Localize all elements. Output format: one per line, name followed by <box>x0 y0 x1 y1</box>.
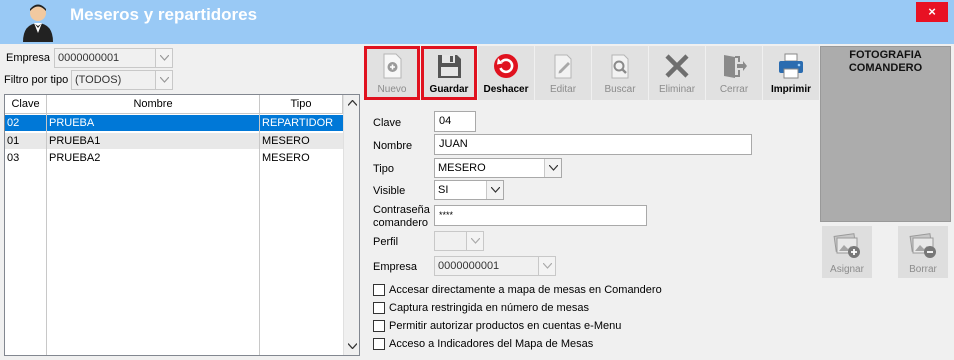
guardar-label: Guardar <box>429 84 469 95</box>
cell-nombre: PRUEBA <box>49 117 95 129</box>
empresa-value: 0000000001 <box>438 260 500 272</box>
empresa-select[interactable]: 0000000001 <box>434 256 556 276</box>
chevron-down-icon[interactable] <box>155 49 172 67</box>
tipo-select[interactable]: MESERO <box>434 158 562 178</box>
autorizar-emenu-label: Permitir autorizar productos en cuentas … <box>389 320 622 332</box>
waiters-table[interactable]: Clave Nombre Tipo 02 PRUEBA REPARTIDOR 0… <box>4 94 360 356</box>
empresa-filter-label: Empresa <box>6 52 51 64</box>
cell-tipo: MESERO <box>262 135 310 147</box>
chevron-down-icon[interactable] <box>538 257 555 275</box>
chevron-up-icon[interactable] <box>348 100 357 106</box>
undo-icon <box>494 54 518 78</box>
empresa-label: Empresa <box>373 261 418 273</box>
floppy-disk-icon <box>438 55 461 78</box>
new-document-icon <box>383 53 402 79</box>
chevron-down-icon[interactable] <box>544 159 561 177</box>
empresa-filter-value: 0000000001 <box>58 52 120 64</box>
chevron-down-icon[interactable] <box>466 232 483 250</box>
photo-title: FOTOGRAFIA COMANDERO <box>821 49 950 75</box>
magnifier-document-icon <box>611 54 629 79</box>
close-button[interactable]: × <box>916 2 948 22</box>
cell-tipo: REPARTIDOR <box>262 117 334 129</box>
cell-clave: 01 <box>7 135 20 147</box>
nombre-label: Nombre <box>373 140 413 152</box>
borrar-button[interactable]: Borrar <box>898 226 948 278</box>
photo-add-icon <box>833 233 860 258</box>
table-row[interactable]: 02 PRUEBA REPARTIDOR <box>5 115 343 131</box>
chevron-down-icon[interactable] <box>348 343 357 349</box>
visible-value: SI <box>438 184 449 196</box>
borrar-label: Borrar <box>909 264 937 275</box>
asignar-label: Asignar <box>830 264 864 275</box>
photo-title-line1: FOTOGRAFIA <box>849 49 922 61</box>
accesar-mapa-label: Accesar directamente a mapa de mesas en … <box>389 284 662 296</box>
column-header-clave[interactable]: Clave <box>5 95 47 114</box>
editar-button[interactable]: Editar <box>535 46 591 100</box>
cell-clave: 03 <box>7 152 20 164</box>
visible-label: Visible <box>373 185 406 197</box>
pencil-document-icon <box>554 54 572 79</box>
x-icon <box>665 54 689 78</box>
clave-field[interactable]: 04 <box>434 111 476 132</box>
cell-nombre: PRUEBA1 <box>49 135 101 147</box>
table-row[interactable]: 03 PRUEBA2 MESERO <box>5 150 343 166</box>
editar-label: Editar <box>549 84 577 95</box>
perfil-select[interactable] <box>434 231 484 251</box>
buscar-label: Buscar <box>604 84 636 95</box>
exit-door-icon <box>724 55 747 78</box>
deshacer-label: Deshacer <box>483 84 529 95</box>
nuevo-label: Nuevo <box>377 84 407 95</box>
photo-remove-icon <box>909 233 936 258</box>
accesar-mapa-checkbox[interactable] <box>373 284 385 296</box>
captura-restringida-checkbox[interactable] <box>373 302 385 314</box>
photo-panel: FOTOGRAFIA COMANDERO <box>820 46 951 222</box>
title-bar: Meseros y repartidores × <box>0 0 954 44</box>
imprimir-button[interactable]: Imprimir <box>763 46 819 100</box>
tipo-filter-select[interactable]: (TODOS) <box>71 70 173 90</box>
cerrar-label: Cerrar <box>719 84 749 95</box>
indicadores-mapa-checkbox[interactable] <box>373 338 385 350</box>
captura-restringida-label: Captura restringida en número de mesas <box>389 302 589 314</box>
empresa-filter-select[interactable]: 0000000001 <box>54 48 173 68</box>
window-title: Meseros y repartidores <box>70 5 258 24</box>
cell-tipo: MESERO <box>262 152 310 164</box>
cell-clave: 02 <box>7 117 20 129</box>
cell-nombre: PRUEBA2 <box>49 152 101 164</box>
nuevo-button[interactable]: Nuevo <box>364 46 420 100</box>
chevron-down-icon[interactable] <box>486 181 503 199</box>
guardar-button[interactable]: Guardar <box>421 46 477 100</box>
table-row[interactable]: 01 PRUEBA1 MESERO <box>5 133 343 149</box>
column-header-tipo[interactable]: Tipo <box>260 95 343 114</box>
imprimir-label: Imprimir <box>770 84 811 95</box>
vertical-scrollbar[interactable] <box>343 95 359 355</box>
eliminar-button[interactable]: Eliminar <box>649 46 705 100</box>
cerrar-button[interactable]: Cerrar <box>706 46 762 100</box>
deshacer-button[interactable]: Deshacer <box>478 46 534 100</box>
buscar-button[interactable]: Buscar <box>592 46 648 100</box>
contrasena-label: Contraseña <box>373 204 430 216</box>
tipo-value: MESERO <box>438 162 486 174</box>
password-field[interactable]: **** <box>434 205 647 226</box>
column-divider <box>46 95 47 355</box>
column-header-nombre[interactable]: Nombre <box>47 95 260 114</box>
chevron-down-icon[interactable] <box>155 71 172 89</box>
waiter-avatar-icon <box>23 4 53 42</box>
printer-icon <box>779 53 803 79</box>
column-divider <box>259 95 260 355</box>
tipo-filter-value: (TODOS) <box>75 74 122 86</box>
asignar-button[interactable]: Asignar <box>822 226 872 278</box>
tipo-filter-label: Filtro por tipo <box>4 74 69 86</box>
contrasena-label-line2: comandero <box>373 217 429 229</box>
photo-title-line2: COMANDERO <box>848 62 923 74</box>
nombre-field[interactable]: JUAN <box>434 134 752 155</box>
tipo-label: Tipo <box>373 163 394 175</box>
clave-label: Clave <box>373 117 402 129</box>
autorizar-emenu-checkbox[interactable] <box>373 320 385 332</box>
eliminar-label: Eliminar <box>658 84 696 95</box>
visible-select[interactable]: SI <box>434 180 504 200</box>
perfil-label: Perfil <box>373 236 399 248</box>
indicadores-mapa-label: Acceso a Indicadores del Mapa de Mesas <box>389 338 594 350</box>
